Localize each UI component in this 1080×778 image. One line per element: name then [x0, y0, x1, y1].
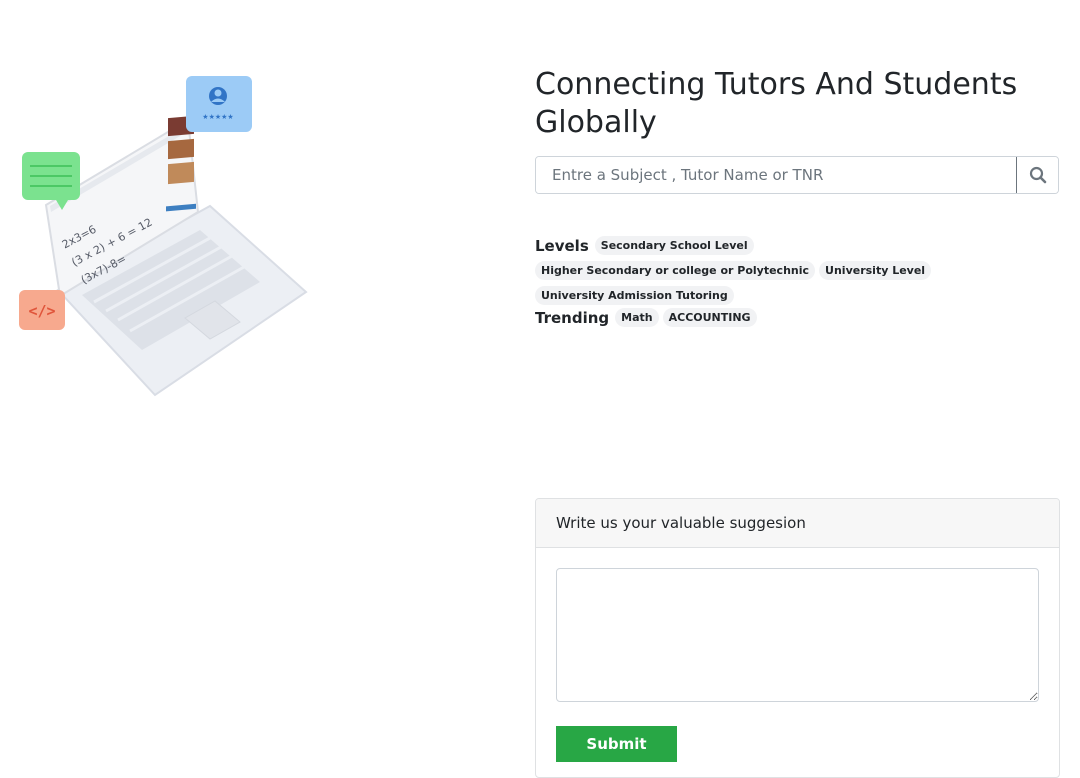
- video-thumb: [168, 161, 194, 185]
- search-input[interactable]: [536, 157, 1016, 193]
- laptop-illustration: 2x3=6 (3 x 2) + 6 = 12 (3x7)-8= ★★★★★ </…: [19, 76, 308, 397]
- search-button[interactable]: [1016, 157, 1058, 193]
- trending-heading: Trending: [535, 308, 610, 327]
- profile-rating-icon: ★★★★★: [186, 76, 252, 132]
- suggestion-card: Write us your valuable suggesion Submit: [535, 498, 1060, 778]
- svg-text:★★★★★: ★★★★★: [202, 113, 233, 121]
- trending-tag[interactable]: ACCOUNTING: [662, 308, 757, 327]
- svg-text:</>: </>: [28, 302, 55, 320]
- level-tag[interactable]: University Level: [819, 261, 932, 280]
- trending-tag[interactable]: Math: [615, 308, 659, 327]
- page-title: Connecting Tutors And Students Globally: [535, 67, 1018, 140]
- search-bar: [535, 156, 1059, 194]
- hero-illustration: 2x3=6 (3 x 2) + 6 = 12 (3x7)-8= ★★★★★ </…: [10, 60, 320, 410]
- level-tag[interactable]: Secondary School Level: [594, 236, 754, 255]
- video-thumb: [168, 138, 194, 160]
- level-tag[interactable]: Higher Secondary or college or Polytechn…: [535, 261, 816, 280]
- suggestion-card-header: Write us your valuable suggesion: [536, 499, 1059, 548]
- submit-button[interactable]: Submit: [556, 726, 677, 762]
- levels-section: Levels Secondary School Level Higher Sec…: [535, 236, 975, 305]
- level-tag[interactable]: University Admission Tutoring: [535, 286, 734, 305]
- trending-section: Trending Math ACCOUNTING: [535, 308, 975, 327]
- levels-heading: Levels: [535, 236, 589, 255]
- suggestion-textarea[interactable]: [556, 568, 1039, 702]
- code-icon: </>: [19, 290, 65, 330]
- search-icon: [1029, 166, 1046, 184]
